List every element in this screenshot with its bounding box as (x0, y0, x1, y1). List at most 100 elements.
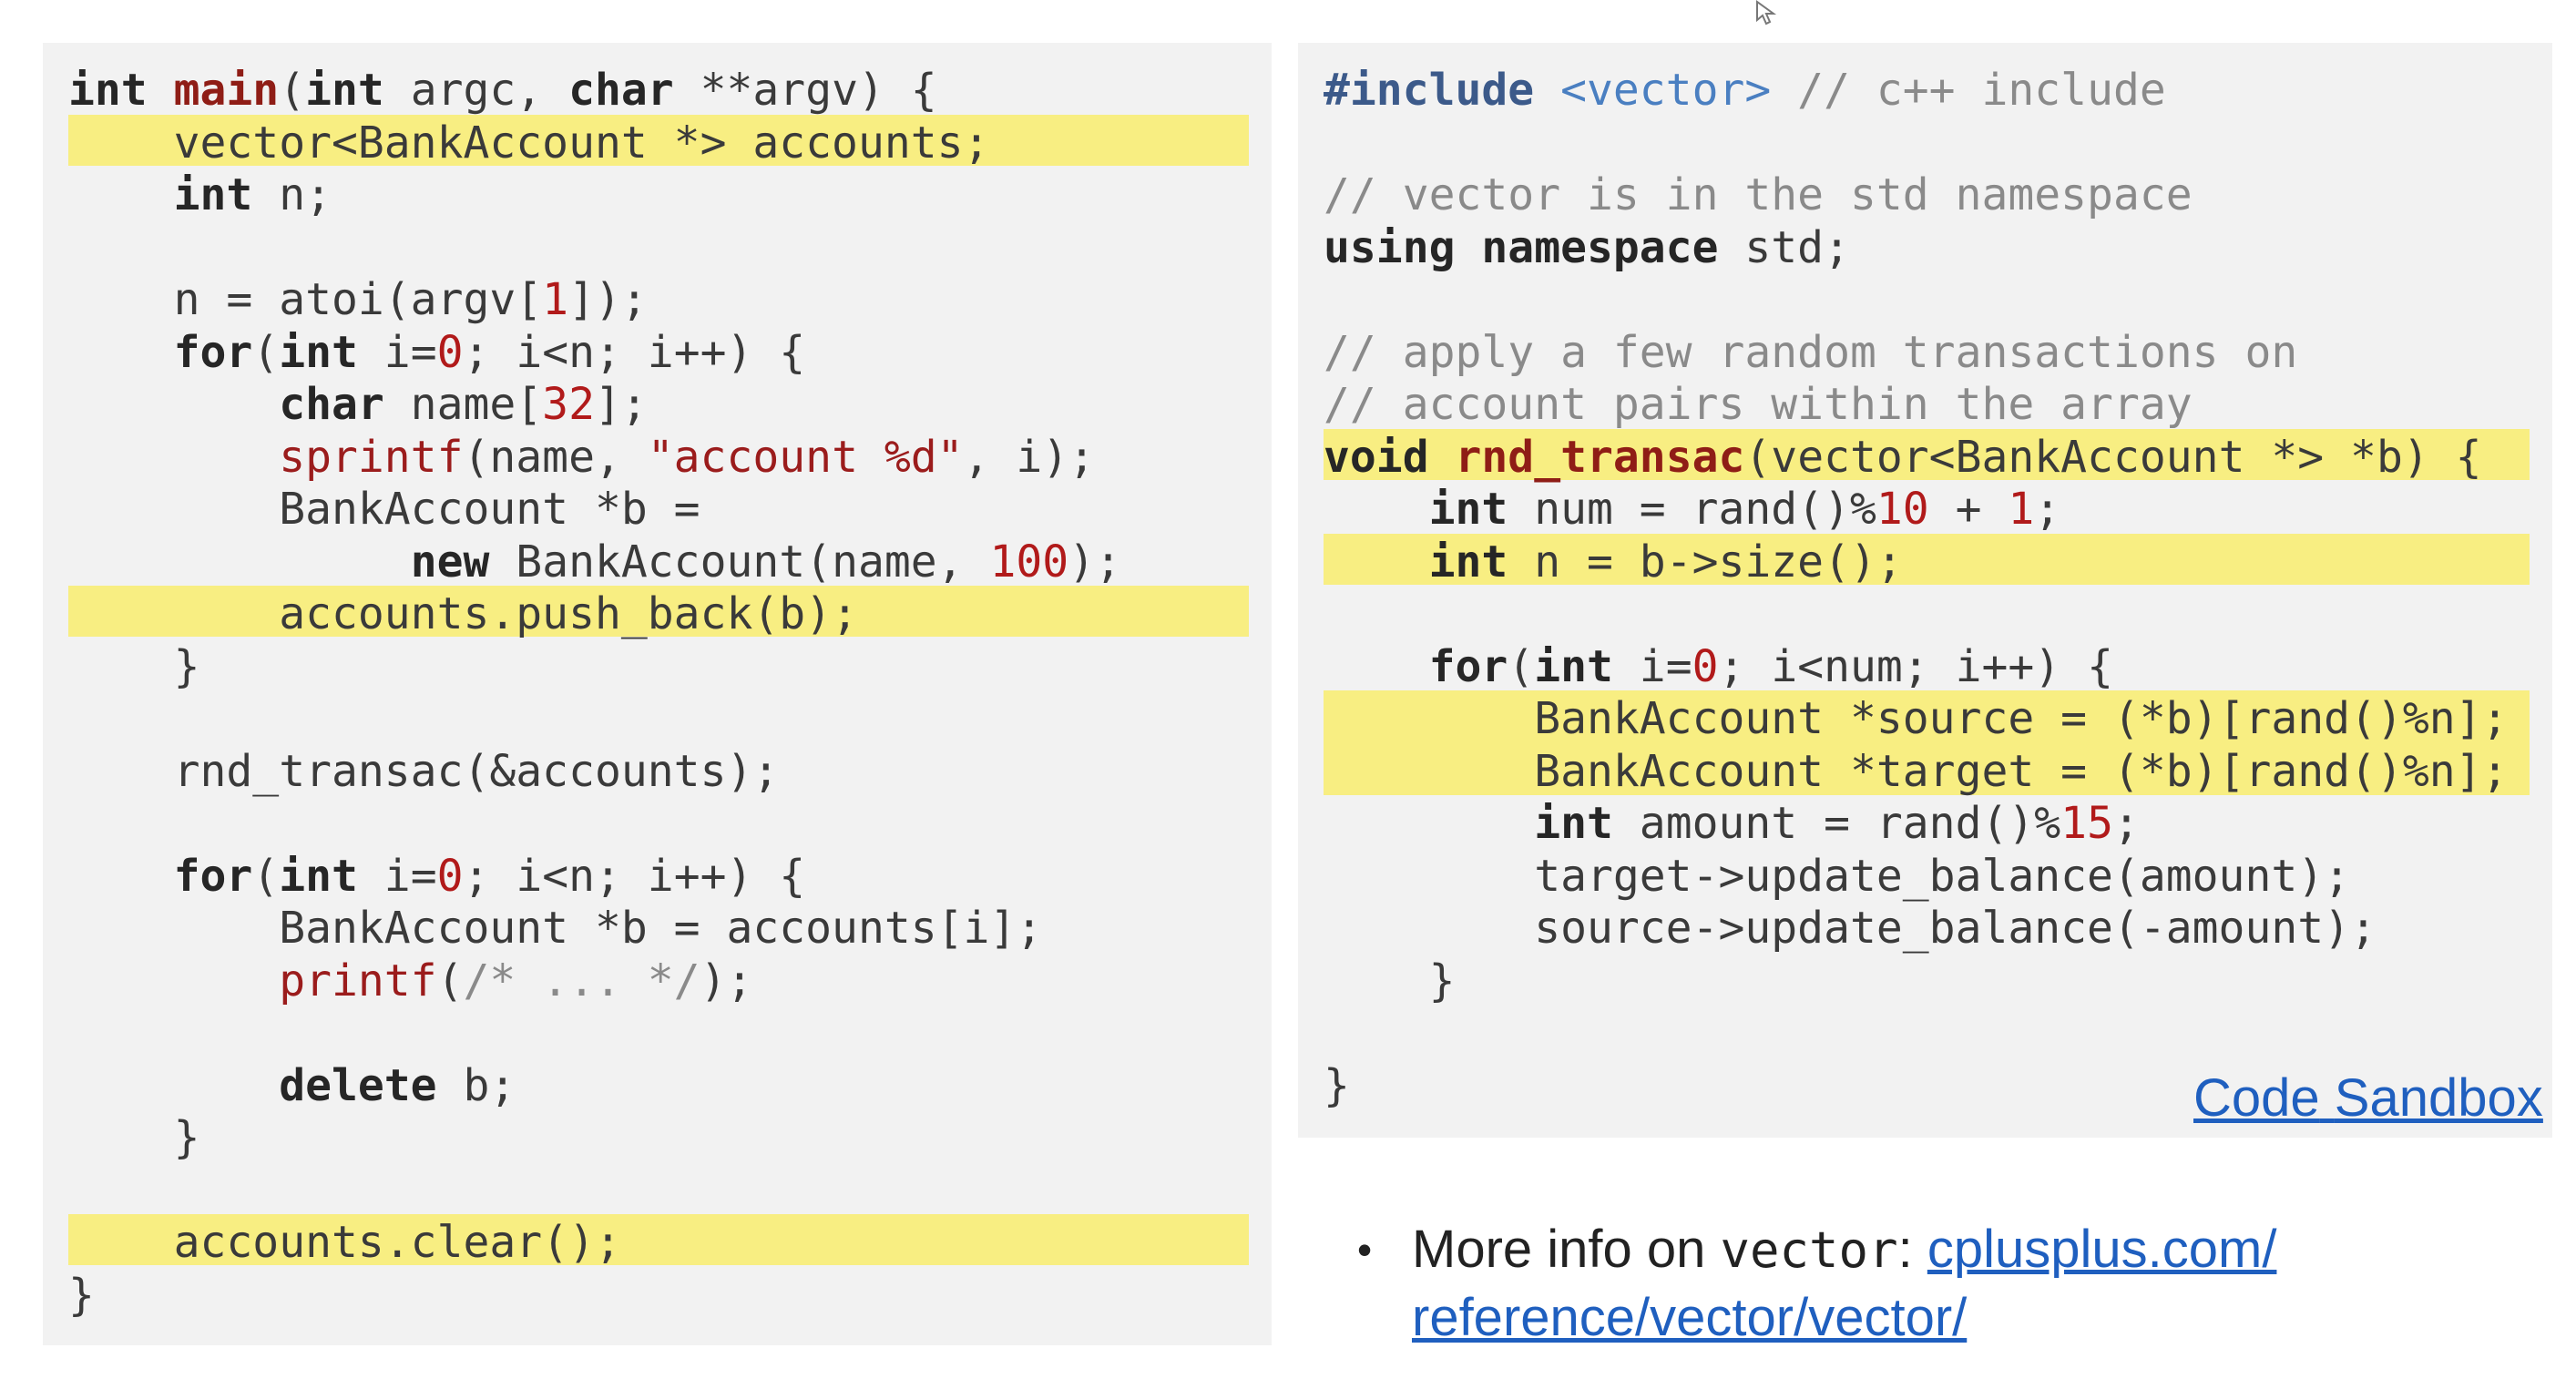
code-sandbox-links: Code Sandbox (2193, 1067, 2543, 1129)
more-info-colon: : (1897, 1220, 1927, 1279)
code-token: num = rand()% (1508, 484, 1876, 535)
code-line: } (68, 640, 200, 692)
code-token: ]); (568, 274, 648, 325)
code-token: rnd_transac (1455, 431, 1745, 483)
code-token: printf (279, 955, 437, 1006)
code-token: ); (1068, 536, 1121, 587)
code-token: + (1928, 484, 2009, 535)
code-token: for (173, 326, 253, 378)
vector-code-term: vector (1720, 1221, 1898, 1279)
code-token: n; (252, 169, 332, 220)
code-token: 0 (436, 326, 464, 378)
code-token: // vector is in the std namespace (1324, 169, 2193, 220)
more-info-text: More info on vector: cplusplus.com/refer… (1412, 1216, 2505, 1352)
code-line: BankAccount *b = accounts[i]; (68, 903, 1043, 954)
code-token: ; (2112, 798, 2140, 849)
sandbox-link[interactable]: Sandbox (2335, 1068, 2543, 1128)
code-token: BankAccount(name, (489, 536, 990, 587)
code-token: int (1428, 484, 1508, 535)
code-line: BankAccount *source = (*b)[rand()%n]; (1324, 693, 2509, 744)
code-token: std; (1718, 221, 1850, 273)
code-token: 0 (1692, 640, 1719, 692)
code-token: n = atoi(argv[ (68, 274, 543, 325)
code-token: using namespace (1324, 221, 1719, 273)
code-token: char (279, 379, 384, 430)
code-line: } (1324, 1059, 1350, 1111)
bullet-marker: • (1357, 1226, 1373, 1273)
code-token: argc, (383, 65, 569, 116)
more-info-prefix: More info on (1412, 1220, 1721, 1279)
code-token: 15 (2060, 798, 2113, 849)
code-token: i= (1612, 640, 1692, 692)
code-token: (vector<BankAccount *> *b) { (1744, 431, 2482, 483)
code-token: new (410, 536, 490, 587)
code-line: vector<BankAccount *> accounts; (68, 117, 990, 169)
code-token: main (173, 65, 280, 116)
code-token: int (1534, 640, 1613, 692)
code-token: 32 (542, 379, 595, 430)
rnd-transac-code-panel: #include <vector> // c++ include // vect… (1298, 43, 2552, 1138)
rnd-transac-code: #include <vector> // c++ include // vect… (1324, 65, 2508, 1112)
code-token: char (568, 65, 674, 116)
code-token: ; i<n; i++) { (463, 326, 806, 378)
code-line: accounts.push_back(b); (68, 588, 858, 639)
code-token: 1 (542, 274, 569, 325)
code-token: ( (436, 955, 464, 1006)
code-line: } (1324, 955, 1456, 1006)
code-token: 100 (989, 536, 1069, 587)
code-token: ( (252, 326, 280, 378)
code-token: int (279, 850, 358, 902)
code-token: ( (279, 65, 306, 116)
code-token: , i); (963, 431, 1096, 483)
code-line: BankAccount *target = (*b)[rand()%n]; (1324, 745, 2509, 797)
code-line: rnd_transac(&accounts); (68, 745, 780, 797)
code-token: /* ... */ (463, 955, 700, 1006)
code-token: ; i<num; i++) { (1718, 640, 2113, 692)
code-token: #include (1324, 65, 1535, 116)
code-token: **argv) { (673, 65, 937, 116)
code-token: // apply a few random transactions on (1324, 326, 2298, 378)
code-token: ( (252, 850, 280, 902)
code-token: (name, (463, 431, 648, 483)
code-token: <vector> (1534, 65, 1772, 116)
code-token: // c++ include (1771, 65, 2166, 116)
code-line: accounts.clear(); (68, 1217, 621, 1268)
code-token: // account pairs within the array (1324, 379, 2193, 430)
code-token: ; (2034, 484, 2061, 535)
cplusplus-link-part2[interactable]: reference/vector/vector/ (1412, 1288, 1967, 1347)
code-token: int (305, 65, 384, 116)
mouse-pointer-icon (1756, 0, 1777, 26)
code-token: for (173, 850, 253, 902)
code-token: int (173, 169, 253, 220)
code-token: i= (357, 850, 437, 902)
code-token: int (279, 326, 358, 378)
code-token: int (1534, 798, 1613, 849)
code-line: } (68, 1269, 95, 1321)
code-link[interactable]: Code (2193, 1068, 2320, 1128)
code-token: int (68, 65, 148, 116)
code-line: source->update_balance(-amount); (1324, 903, 2377, 954)
code-line: target->update_balance(amount); (1324, 850, 2351, 902)
code-token: 0 (436, 850, 464, 902)
code-token: 1 (2008, 484, 2035, 535)
code-line: } (68, 1112, 200, 1163)
code-token: ); (700, 955, 753, 1006)
code-token: i= (357, 326, 437, 378)
code-token: 10 (1876, 484, 1929, 535)
code-token: void (1324, 431, 1429, 483)
code-token: delete (279, 1059, 437, 1111)
main-code-panel: int main(int argc, char **argv) { vector… (43, 43, 1272, 1345)
code-token: ]; (594, 379, 648, 430)
code-token: ; i<n; i++) { (463, 850, 806, 902)
cplusplus-link-part1[interactable]: cplusplus.com/ (1927, 1220, 2277, 1279)
code-token: name[ (383, 379, 543, 430)
code-token: n = b->size(); (1508, 536, 1903, 587)
code-token: ( (1508, 640, 1535, 692)
code-token: "account %d" (647, 431, 964, 483)
code-token: amount = rand()% (1612, 798, 2061, 849)
code-token: sprintf (279, 431, 464, 483)
code-token: for (1428, 640, 1508, 692)
code-token: b; (436, 1059, 516, 1111)
code-line: BankAccount *b = (68, 484, 700, 535)
main-function-code: int main(int argc, char **argv) { vector… (68, 65, 1121, 1322)
